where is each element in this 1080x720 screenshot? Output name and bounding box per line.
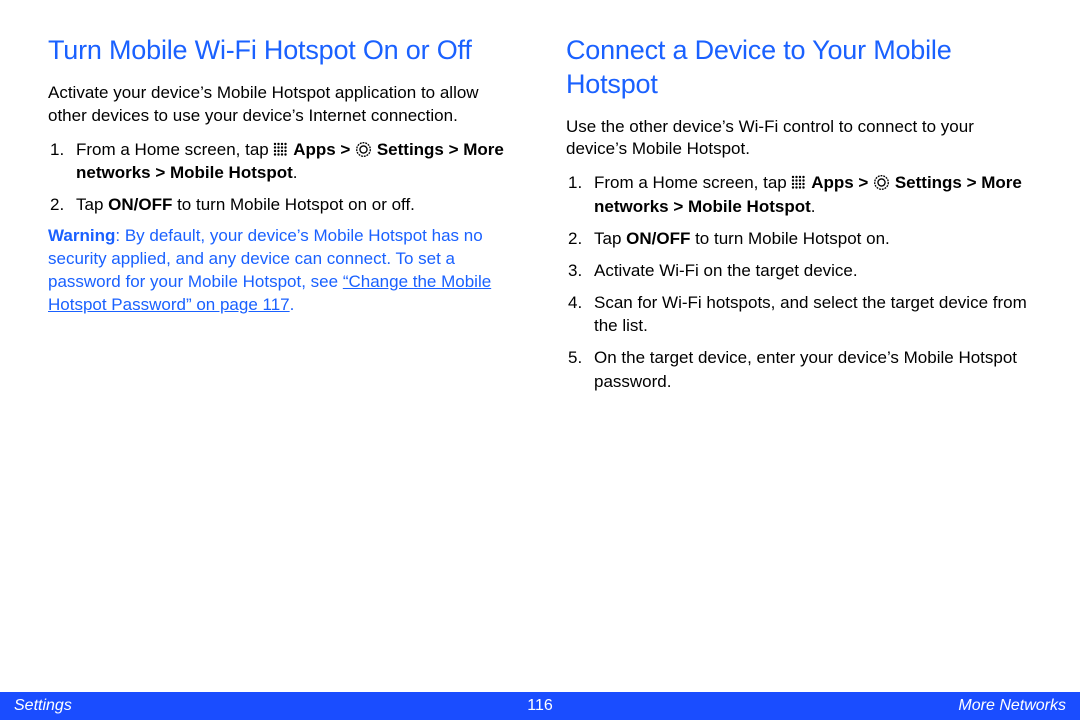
- step-left-2: Tap ON/OFF to turn Mobile Hotspot on or …: [48, 193, 514, 217]
- footer-page-number: 116: [527, 697, 553, 715]
- step-bold-apps: Apps >: [811, 173, 873, 192]
- step-bold-onoff: ON/OFF: [108, 195, 172, 214]
- step-text: to turn Mobile Hotspot on or off.: [172, 195, 415, 214]
- step-text: From a Home screen, tap: [76, 140, 273, 159]
- step-end: .: [293, 163, 298, 182]
- left-column: Turn Mobile Wi-Fi Hotspot On or Off Acti…: [48, 34, 514, 720]
- warning-paragraph: Warning: By default, your device’s Mobil…: [48, 225, 514, 317]
- footer-left: Settings: [0, 697, 72, 715]
- step-text: Tap: [594, 229, 626, 248]
- apps-grid-icon: [791, 173, 806, 188]
- step-right-1: From a Home screen, tap Apps >: [566, 171, 1032, 219]
- step-right-2: Tap ON/OFF to turn Mobile Hotspot on.: [566, 227, 1032, 251]
- warning-label: Warning: [48, 226, 115, 245]
- steps-left: From a Home screen, tap Apps >: [48, 138, 514, 217]
- page-footer: Settings 116 More Networks: [0, 692, 1080, 720]
- step-bold-apps: Apps >: [293, 140, 355, 159]
- step-text: Tap: [76, 195, 108, 214]
- steps-right: From a Home screen, tap Apps >: [566, 171, 1032, 393]
- heading-connect-device: Connect a Device to Your Mobile Hotspot: [566, 34, 1032, 102]
- document-page: Turn Mobile Wi-Fi Hotspot On or Off Acti…: [0, 0, 1080, 720]
- step-text: From a Home screen, tap: [594, 173, 791, 192]
- step-right-4: Scan for Wi-Fi hotspots, and select the …: [566, 291, 1032, 339]
- warning-end: .: [290, 295, 295, 314]
- step-end: .: [811, 197, 816, 216]
- heading-turn-hotspot: Turn Mobile Wi-Fi Hotspot On or Off: [48, 34, 514, 68]
- step-right-5: On the target device, enter your device’…: [566, 346, 1032, 394]
- step-right-3: Activate Wi-Fi on the target device.: [566, 259, 1032, 283]
- step-left-1: From a Home screen, tap Apps >: [48, 138, 514, 186]
- settings-gear-icon: [873, 174, 890, 191]
- right-column: Connect a Device to Your Mobile Hotspot …: [566, 34, 1032, 720]
- footer-right: More Networks: [958, 697, 1080, 715]
- apps-grid-icon: [273, 140, 288, 155]
- settings-gear-icon: [355, 141, 372, 158]
- step-text: to turn Mobile Hotspot on.: [690, 229, 889, 248]
- intro-right: Use the other device’s Wi-Fi control to …: [566, 116, 1032, 162]
- intro-left: Activate your device’s Mobile Hotspot ap…: [48, 82, 514, 128]
- step-bold-onoff: ON/OFF: [626, 229, 690, 248]
